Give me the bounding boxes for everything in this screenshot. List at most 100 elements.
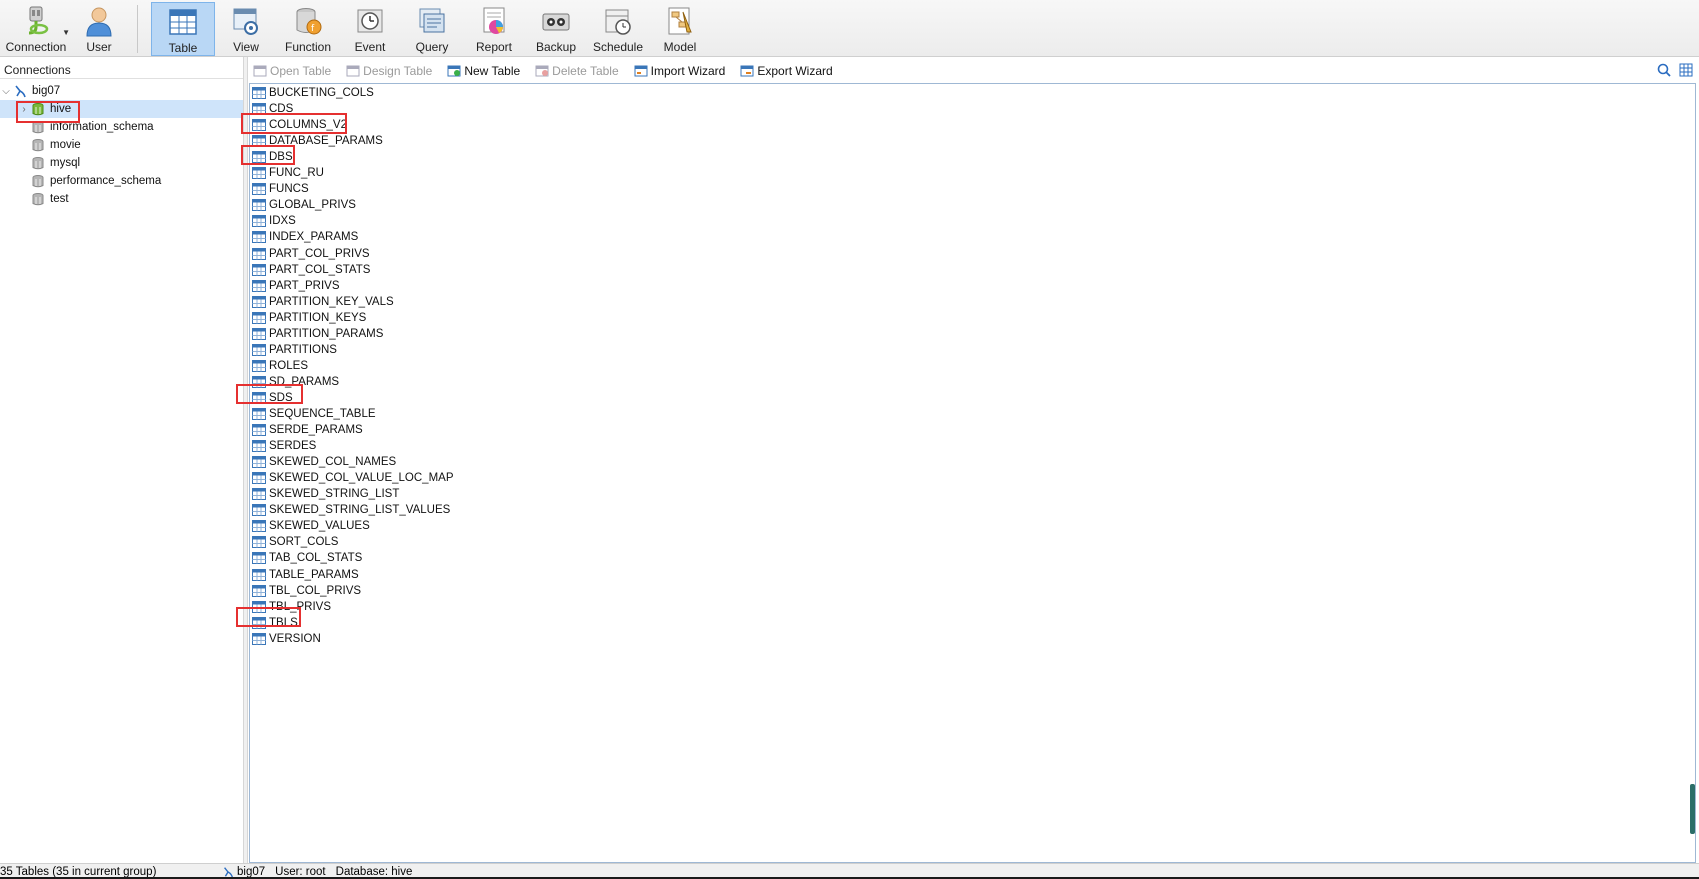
table-item[interactable]: SKEWED_COL_NAMES	[252, 454, 396, 470]
database-name: movie	[50, 139, 81, 151]
table-item[interactable]: PARTITION_PARAMS	[252, 326, 383, 342]
chevron-down-icon[interactable]: ▼	[62, 28, 70, 37]
open-table-label: Open Table	[270, 64, 332, 78]
table-item[interactable]: SD_PARAMS	[252, 374, 339, 390]
table-item[interactable]: SEQUENCE_TABLE	[252, 406, 376, 422]
design-table-icon	[346, 64, 360, 78]
table-item[interactable]: PARTITIONS	[252, 342, 337, 358]
table-item[interactable]: SKEWED_STRING_LIST_VALUES	[252, 502, 450, 518]
table-item[interactable]: SERDES	[252, 438, 316, 454]
import-wizard-label: Import Wizard	[650, 64, 726, 78]
table-name: INDEX_PARAMS	[269, 231, 359, 244]
database-node[interactable]: information_schema	[0, 118, 243, 136]
view-button[interactable]: View	[215, 2, 277, 56]
table-item[interactable]: PARTITION_KEYS	[252, 310, 366, 326]
table-item[interactable]: SKEWED_VALUES	[252, 518, 370, 534]
schedule-button[interactable]: Schedule	[587, 2, 649, 56]
table-item[interactable]: TAB_COL_STATS	[252, 550, 362, 566]
chevron-down-icon[interactable]: ⌵	[0, 86, 12, 97]
table-item[interactable]: INDEX_PARAMS	[252, 229, 358, 245]
table-name: TBL_COL_PRIVS	[269, 584, 362, 597]
database-name: mysql	[50, 157, 81, 169]
chevron-right-icon[interactable]: ›	[18, 104, 30, 115]
table-list[interactable]: BUCKETING_COLS CDS COLUMNS_V2 DATABASE_PARA…	[249, 83, 1696, 863]
open-table-button[interactable]: Open Table	[248, 64, 331, 78]
table-item[interactable]: CDS	[252, 101, 293, 117]
table-item[interactable]: TBL_PRIVS	[252, 599, 331, 615]
table-item[interactable]: DBS	[252, 149, 293, 165]
table-icon	[252, 199, 266, 212]
event-button[interactable]: Event	[339, 2, 401, 56]
database-node[interactable]: test	[0, 190, 243, 208]
export-wizard-button[interactable]: Export Wizard	[735, 64, 833, 78]
table-item[interactable]: ROLES	[252, 358, 308, 374]
table-item[interactable]: SKEWED_COL_VALUE_LOC_MAP	[252, 470, 454, 486]
table-item[interactable]: VERSION	[252, 631, 321, 647]
table-label: Table	[168, 41, 198, 55]
import-wizard-button[interactable]: Import Wizard	[629, 64, 726, 78]
table-item[interactable]: FUNCS	[252, 181, 309, 197]
table-icon	[252, 536, 266, 549]
new-table-button[interactable]: New Table	[442, 64, 520, 78]
report-button[interactable]: Report	[463, 2, 525, 56]
model-icon	[663, 4, 697, 38]
table-icon	[252, 375, 266, 388]
database-node[interactable]: performance_schema	[0, 172, 243, 190]
table-item[interactable]: PART_COL_PRIVS	[252, 246, 370, 262]
table-item[interactable]: PART_COL_STATS	[252, 262, 370, 278]
panel-splitter[interactable]	[243, 57, 248, 863]
table-item[interactable]: BUCKETING_COLS	[252, 85, 374, 101]
table-name: PARTITION_PARAMS	[269, 327, 384, 340]
table-item[interactable]: TBLS	[252, 615, 298, 631]
design-table-button[interactable]: Design Table	[341, 64, 432, 78]
table-button[interactable]: Table	[151, 2, 215, 56]
table-item[interactable]: SERDE_PARAMS	[252, 422, 363, 438]
table-item[interactable]: PARTITION_KEY_VALS	[252, 294, 394, 310]
table-icon	[252, 632, 266, 645]
table-item[interactable]: SKEWED_STRING_LIST	[252, 486, 399, 502]
table-name: PART_COL_PRIVS	[269, 247, 370, 260]
table-item[interactable]: GLOBAL_PRIVS	[252, 197, 356, 213]
table-name: SKEWED_COL_NAMES	[269, 456, 397, 469]
table-icon	[252, 600, 266, 613]
table-item[interactable]: DATABASE_PARAMS	[252, 133, 383, 149]
table-item[interactable]: TBL_COL_PRIVS	[252, 583, 361, 599]
model-label: Model	[663, 40, 697, 54]
table-icon	[252, 247, 266, 260]
query-button[interactable]: Query	[401, 2, 463, 56]
table-icon	[252, 408, 266, 420]
search-icon[interactable]	[1657, 63, 1671, 80]
table-item[interactable]: COLUMNS_V2	[252, 117, 347, 133]
grid-view-icon[interactable]	[1679, 63, 1693, 80]
connection-name: big07	[32, 85, 61, 97]
table-item[interactable]: PART_PRIVS	[252, 278, 340, 294]
table-item[interactable]: IDXS	[252, 213, 296, 229]
table-name: SKEWED_COL_VALUE_LOC_MAP	[269, 472, 454, 485]
delete-table-label: Delete Table	[552, 64, 619, 78]
table-name: PART_COL_STATS	[269, 263, 371, 276]
function-button[interactable]: f Function	[277, 2, 339, 56]
table-item[interactable]: SORT_COLS	[252, 534, 338, 550]
database-node[interactable]: › hive	[0, 100, 243, 118]
backup-button[interactable]: Backup	[525, 2, 587, 56]
table-name: ROLES	[269, 359, 308, 372]
table-icon	[252, 311, 266, 324]
delete-table-button[interactable]: Delete Table	[530, 64, 619, 78]
connection-node[interactable]: ⌵ big07	[0, 82, 243, 100]
model-button[interactable]: Model	[649, 2, 711, 56]
table-count-status: 35 Tables (35 in current group)	[0, 865, 157, 878]
plug-icon	[19, 4, 53, 38]
database-status: Database: hive	[335, 865, 413, 878]
table-icon	[252, 295, 266, 308]
connection-button[interactable]: Connection ▼	[6, 2, 70, 56]
table-item[interactable]: FUNC_RU	[252, 165, 324, 181]
import-icon	[634, 64, 648, 78]
scrollbar-thumb[interactable]	[1690, 784, 1695, 834]
table-name: TABLE_PARAMS	[269, 568, 359, 581]
user-button[interactable]: User	[74, 2, 124, 56]
table-item[interactable]: TABLE_PARAMS	[252, 567, 359, 583]
database-node[interactable]: movie	[0, 136, 243, 154]
schedule-icon	[601, 4, 635, 38]
table-item[interactable]: SDS	[252, 390, 293, 406]
database-node[interactable]: mysql	[0, 154, 243, 172]
